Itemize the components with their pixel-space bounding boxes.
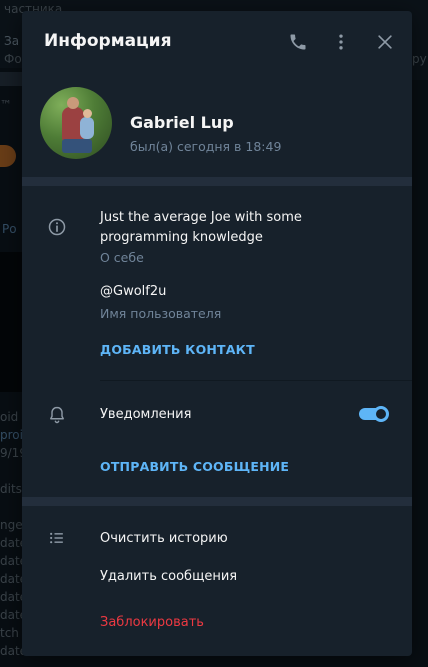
- list-icon: [46, 527, 68, 549]
- bell-icon: [46, 404, 68, 426]
- user-name: Gabriel Lup: [130, 113, 234, 132]
- notifications-label: Уведомления: [100, 407, 192, 422]
- info-icon: [46, 216, 68, 238]
- user-info-dialog: Информация Gabriel Lup был(а) сегодня в …: [22, 11, 412, 656]
- more-vertical-icon[interactable]: [329, 30, 353, 54]
- send-message-button[interactable]: ОТПРАВИТЬ СООБЩЕНИЕ: [100, 459, 289, 474]
- section-divider: [22, 497, 412, 506]
- bio-text: Just the average Joe with some programmi…: [100, 210, 302, 245]
- row-divider: [100, 380, 412, 381]
- avatar[interactable]: [40, 87, 112, 159]
- clear-history-button[interactable]: Очистить историю: [100, 531, 228, 546]
- notifications-toggle[interactable]: [359, 406, 389, 422]
- profile-section: Gabriel Lup был(а) сегодня в 18:49: [22, 73, 412, 177]
- bio-label: О себе: [100, 250, 144, 265]
- phone-icon[interactable]: [286, 30, 310, 54]
- delete-messages-button[interactable]: Удалить сообщения: [100, 569, 237, 584]
- username-text[interactable]: @Gwolf2u: [100, 284, 166, 299]
- add-contact-button[interactable]: ДОБАВИТЬ КОНТАКТ: [100, 342, 255, 357]
- dialog-title: Информация: [44, 31, 172, 51]
- user-last-seen: был(а) сегодня в 18:49: [130, 139, 282, 154]
- close-icon[interactable]: [373, 30, 397, 54]
- block-user-button[interactable]: Заблокировать: [100, 615, 204, 630]
- username-label: Имя пользователя: [100, 306, 222, 321]
- dialog-header: Информация: [22, 11, 412, 73]
- section-divider: [22, 177, 412, 186]
